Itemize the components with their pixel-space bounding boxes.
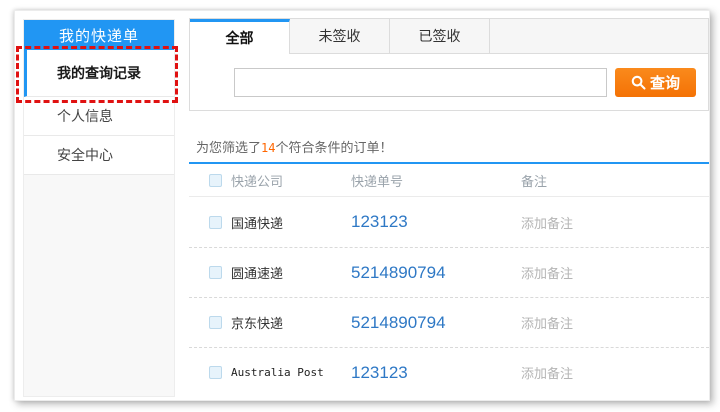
company-name: 国通快递 <box>231 213 351 232</box>
search-panel: 查询 <box>189 54 709 111</box>
express-tracking-panel: 我的快递单 我的查询记录 个人信息 安全中心 全部 未签收 已签收 <box>14 10 710 401</box>
row-checkbox[interactable] <box>209 216 222 229</box>
sidebar-item-label: 我的查询记录 <box>57 63 141 83</box>
add-remark-link[interactable]: 添加备注 <box>521 363 709 382</box>
search-button[interactable]: 查询 <box>615 68 696 97</box>
row-checkbox[interactable] <box>209 316 222 329</box>
tracking-number-link[interactable]: 123123 <box>351 212 521 232</box>
column-header-company: 快递公司 <box>231 171 351 190</box>
tracking-search-input[interactable] <box>234 68 607 97</box>
tab-bar-filler <box>490 19 708 54</box>
add-remark-link[interactable]: 添加备注 <box>521 313 709 332</box>
table-row: Australia Post 123123 添加备注 <box>189 347 709 397</box>
column-header-tracking-no: 快递单号 <box>351 171 521 190</box>
tab-all[interactable]: 全部 <box>190 19 290 54</box>
sidebar-header: 我的快递单 <box>24 20 174 50</box>
tab-unsigned[interactable]: 未签收 <box>290 19 390 54</box>
tracking-number-link[interactable]: 123123 <box>351 363 521 383</box>
notice-prefix: 为您筛选了 <box>196 140 261 155</box>
add-remark-link[interactable]: 添加备注 <box>521 263 709 282</box>
tab-label: 全部 <box>226 28 254 48</box>
notice-suffix: 个符合条件的订单！ <box>275 140 392 155</box>
column-header-remark: 备注 <box>521 171 709 190</box>
tab-label: 未签收 <box>319 26 361 46</box>
table-row: 国通快递 123123 添加备注 <box>189 197 709 247</box>
select-all-checkbox[interactable] <box>209 174 222 187</box>
search-button-label: 查询 <box>650 72 680 93</box>
search-icon <box>631 75 646 90</box>
sidebar-item-security-center[interactable]: 安全中心 <box>24 136 174 175</box>
tracking-number-link[interactable]: 5214890794 <box>351 263 521 283</box>
main-content: 全部 未签收 已签收 查询 为您筛选了14个符合条件的订单！ <box>189 18 709 397</box>
tab-bar: 全部 未签收 已签收 <box>189 18 709 54</box>
company-name: Australia Post <box>231 366 351 379</box>
sidebar-item-personal-info[interactable]: 个人信息 <box>24 97 174 136</box>
sidebar-item-my-query-records[interactable]: 我的查询记录 <box>24 50 174 97</box>
row-checkbox[interactable] <box>209 266 222 279</box>
row-checkbox[interactable] <box>209 366 222 379</box>
sidebar-filler <box>24 175 174 396</box>
orders-table: 快递公司 快递单号 备注 国通快递 123123 添加备注 圆通速递 52148… <box>189 162 709 397</box>
table-header-row: 快递公司 快递单号 备注 <box>189 164 709 197</box>
sidebar-item-label: 安全中心 <box>57 145 113 165</box>
table-row: 圆通速递 5214890794 添加备注 <box>189 247 709 297</box>
table-row: 京东快递 5214890794 添加备注 <box>189 297 709 347</box>
tab-signed[interactable]: 已签收 <box>390 19 490 54</box>
sidebar: 我的快递单 我的查询记录 个人信息 安全中心 <box>23 19 175 397</box>
notice-count: 14 <box>261 141 275 155</box>
company-name: 京东快递 <box>231 313 351 332</box>
add-remark-link[interactable]: 添加备注 <box>521 213 709 232</box>
filter-result-notice: 为您筛选了14个符合条件的订单！ <box>196 137 709 153</box>
tracking-number-link[interactable]: 5214890794 <box>351 313 521 333</box>
sidebar-item-label: 个人信息 <box>57 106 113 126</box>
tab-label: 已签收 <box>419 26 461 46</box>
company-name: 圆通速递 <box>231 263 351 282</box>
